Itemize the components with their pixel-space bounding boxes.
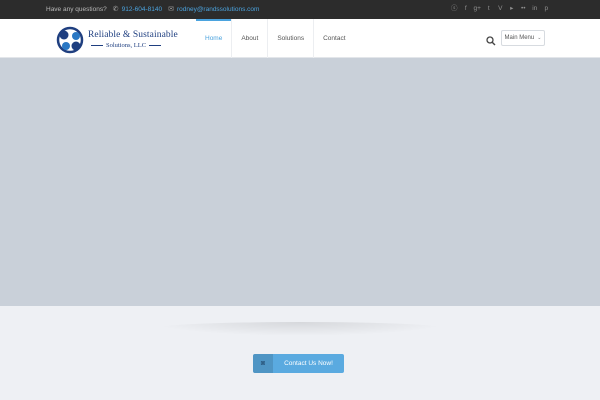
- google-plus-icon[interactable]: g+: [472, 6, 484, 13]
- nav-item-solutions[interactable]: Solutions: [268, 19, 315, 58]
- site-header: Reliable & Sustainable Solutions, LLC Ho…: [0, 19, 600, 58]
- main-nav: Home About Solutions Contact: [196, 19, 355, 58]
- logo-rule-left: [91, 45, 103, 47]
- vimeo-icon[interactable]: V: [495, 6, 507, 13]
- main-menu-button[interactable]: Main Menu ⌄: [501, 30, 545, 46]
- nav-item-contact[interactable]: Contact: [314, 19, 354, 58]
- youtube-icon[interactable]: ▸: [506, 6, 518, 13]
- envelope-icon: ✉: [168, 6, 174, 13]
- logo-line-2: Solutions, LLC: [106, 41, 147, 49]
- logo-mark-icon: [56, 26, 84, 54]
- email-link[interactable]: ✉ rodney@randssolutions.com: [168, 6, 259, 13]
- top-bar: Have any questions? ✆ 912-604-8140 ✉ rod…: [0, 0, 600, 19]
- twitter-icon[interactable]: t: [483, 6, 495, 13]
- social-icons: ⓢ f g+ t V ▸ •• in p: [449, 0, 553, 19]
- contact-us-button[interactable]: ◙ Contact Us Now!: [253, 354, 344, 373]
- facebook-icon[interactable]: f: [460, 6, 472, 13]
- hero-slider: [0, 58, 600, 306]
- skype-icon[interactable]: ⓢ: [449, 6, 461, 13]
- email-address: rodney@randssolutions.com: [176, 6, 260, 13]
- logo-rule-right: [149, 45, 162, 47]
- nav-item-about[interactable]: About: [232, 19, 269, 58]
- phone-number: 912-604-8140: [121, 6, 163, 13]
- logo-text: Reliable & Sustainable Solutions, LLC: [88, 30, 178, 50]
- pinterest-icon[interactable]: p: [541, 6, 553, 13]
- chat-icon: ◙: [253, 354, 273, 373]
- linkedin-icon[interactable]: in: [529, 6, 541, 13]
- cta-section: ◙ Contact Us Now!: [0, 306, 600, 400]
- main-menu-label: Main Menu: [504, 35, 535, 41]
- chevron-down-icon: ⌄: [537, 35, 542, 41]
- search-icon[interactable]: [486, 33, 496, 46]
- questions-text: Have any questions?: [46, 6, 107, 13]
- phone-link[interactable]: ✆ 912-604-8140: [113, 6, 162, 13]
- flickr-icon[interactable]: ••: [518, 6, 530, 13]
- site-logo[interactable]: Reliable & Sustainable Solutions, LLC: [55, 26, 185, 54]
- contact-us-label: Contact Us Now!: [284, 360, 333, 367]
- nav-item-home[interactable]: Home: [196, 19, 233, 58]
- section-shadow: [150, 322, 450, 336]
- phone-icon: ✆: [112, 6, 119, 13]
- logo-line-2-wrap: Solutions, LLC: [88, 41, 178, 50]
- logo-line-1: Reliable & Sustainable: [88, 30, 178, 40]
